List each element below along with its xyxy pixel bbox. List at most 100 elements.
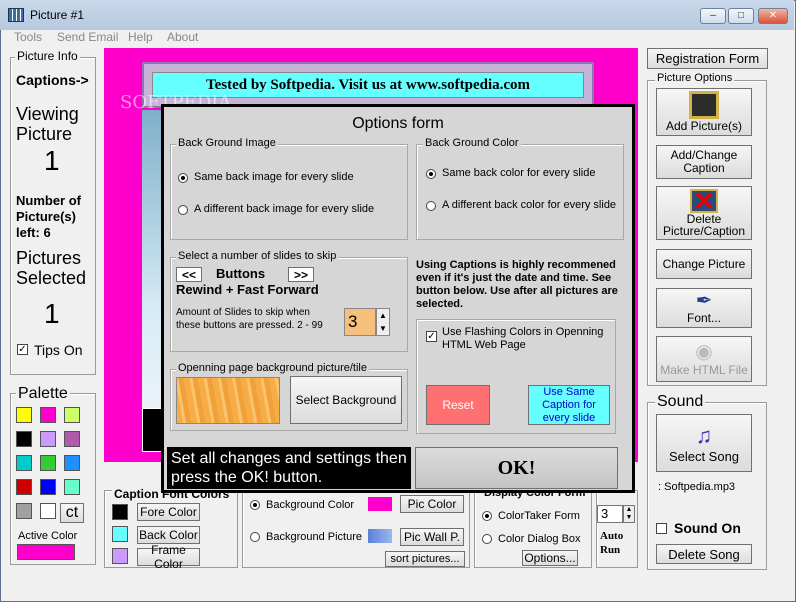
- window-title: Picture #1: [30, 8, 85, 22]
- diff-color-radio[interactable]: [426, 201, 436, 211]
- make-html-button[interactable]: ◉ Make HTML File: [656, 336, 752, 382]
- maximize-button[interactable]: □: [728, 8, 754, 24]
- bg-color-radio[interactable]: [250, 500, 260, 510]
- add-change-caption-button[interactable]: Add/Change Caption: [656, 145, 752, 179]
- same-caption-button[interactable]: Use Same Caption for every slide: [528, 385, 610, 425]
- color-dialog-label: Color Dialog Box: [498, 533, 581, 545]
- palette-swatch[interactable]: [40, 455, 56, 471]
- close-button[interactable]: ✕: [758, 8, 788, 24]
- delete-picture-button[interactable]: ✕ Delete Picture/Caption: [656, 186, 752, 240]
- bg-color-swatch: [368, 497, 392, 511]
- fore-color-button[interactable]: Fore Color: [137, 503, 200, 521]
- music-note-icon: ♫: [695, 422, 713, 448]
- auto-run-label: Auto Run: [600, 530, 624, 556]
- back-color-title: Back Ground Color: [423, 137, 521, 149]
- palette-swatch[interactable]: [16, 407, 32, 423]
- back-color-button[interactable]: Back Color: [137, 526, 200, 544]
- color-dialog-radio[interactable]: [482, 534, 492, 544]
- tips-checkbox[interactable]: ✓: [17, 344, 28, 355]
- skip-description: Amount of Slides to skip when these butt…: [176, 307, 323, 331]
- registration-button[interactable]: Registration Form: [647, 48, 768, 69]
- menu-about[interactable]: About: [167, 30, 198, 44]
- options-button[interactable]: Options...: [522, 550, 578, 566]
- same-image-radio[interactable]: [178, 173, 188, 183]
- palette-swatch[interactable]: [64, 455, 80, 471]
- dialog-title: Options form: [352, 115, 444, 132]
- song-name: : Softpedia.mp3: [658, 481, 736, 493]
- opening-bg-preview: [176, 377, 280, 424]
- same-color-label: Same back color for every slide: [442, 167, 596, 179]
- back-image-title: Back Ground Image: [176, 137, 278, 149]
- sort-pictures-button[interactable]: sort pictures...: [385, 551, 465, 567]
- ok-button[interactable]: OK!: [415, 447, 618, 489]
- rewind-ff-label: Rewind + Fast Forward: [176, 282, 319, 297]
- diff-color-label: A different back color for every slide: [442, 199, 617, 211]
- viewing-label: Viewing Picture: [16, 104, 79, 144]
- palette-swatch[interactable]: [16, 455, 32, 471]
- colortaker-radio[interactable]: [482, 511, 492, 521]
- palette-swatch[interactable]: [16, 503, 32, 519]
- pic-wall-button[interactable]: Pic Wall P.: [400, 528, 464, 546]
- font-label: Font...: [686, 311, 721, 325]
- sound-on-label: Sound On: [674, 520, 741, 536]
- skip-amount-input[interactable]: 3: [344, 308, 376, 336]
- skip-spinner-arrows[interactable]: ▲ ▼: [376, 308, 390, 336]
- palette-swatch[interactable]: [64, 479, 80, 495]
- menu-tools[interactable]: Tools: [14, 30, 42, 44]
- fast-forward-button[interactable]: >>: [288, 267, 314, 282]
- palette-swatch[interactable]: [40, 479, 56, 495]
- sound-on-checkbox[interactable]: [656, 523, 667, 534]
- back-color-swatch: [112, 526, 128, 542]
- minimize-button[interactable]: –: [700, 8, 726, 24]
- active-color-swatch[interactable]: [17, 544, 75, 560]
- make-html-label: Make HTML File: [660, 363, 748, 377]
- palette-swatch[interactable]: [40, 431, 56, 447]
- same-color-radio[interactable]: [426, 169, 436, 179]
- rewind-button[interactable]: <<: [176, 267, 202, 282]
- active-color-label: Active Color: [18, 530, 78, 542]
- palette-swatch[interactable]: [16, 479, 32, 495]
- viewing-value: 1: [44, 145, 60, 176]
- palette-swatch[interactable]: [64, 431, 80, 447]
- diff-image-radio[interactable]: [178, 205, 188, 215]
- diff-image-label: A different back image for every slide: [194, 203, 375, 215]
- delete-x-icon: ✕: [690, 188, 718, 214]
- add-picture-button[interactable]: Add Picture(s): [656, 88, 752, 136]
- menu-help[interactable]: Help: [128, 30, 153, 44]
- picture-options-title: Picture Options: [655, 72, 735, 84]
- palette-swatch[interactable]: [40, 503, 56, 519]
- selected-label: Pictures Selected: [16, 248, 87, 288]
- menu-send-email[interactable]: Send Email: [57, 30, 118, 44]
- pic-color-button[interactable]: Pic Color: [400, 495, 464, 513]
- bg-picture-radio[interactable]: [250, 532, 260, 542]
- frame-color-swatch: [112, 548, 128, 564]
- opening-bg-title: Openning page background picture/tile: [176, 362, 369, 374]
- change-picture-button[interactable]: Change Picture: [656, 249, 752, 279]
- skip-title: Select a number of slides to skip: [176, 250, 339, 262]
- bg-color-label: Background Color: [266, 499, 355, 511]
- app-icon: [8, 8, 24, 22]
- colortaker-label: ColorTaker Form: [498, 510, 580, 522]
- flashing-checkbox[interactable]: ✓: [426, 331, 437, 342]
- auto-run-spinner[interactable]: 3: [597, 505, 623, 523]
- palette-swatch[interactable]: [64, 407, 80, 423]
- menu-bar: Tools Send Email Help About: [6, 30, 790, 46]
- frame-color-button[interactable]: Frame Color: [137, 543, 200, 571]
- spinner-arrows[interactable]: ▲ ▼: [623, 505, 635, 523]
- same-image-label: Same back image for every slide: [194, 171, 354, 183]
- select-background-button[interactable]: Select Background: [290, 376, 402, 424]
- bg-picture-swatch: [368, 529, 392, 543]
- film-reel-icon: ◉: [695, 341, 713, 363]
- font-button[interactable]: ✒ Font...: [656, 288, 752, 328]
- options-dialog: Options form Back Ground Image Same back…: [161, 104, 635, 493]
- select-song-button[interactable]: ♫ Select Song: [656, 414, 752, 472]
- palette-swatch[interactable]: [40, 407, 56, 423]
- delete-song-button[interactable]: Delete Song: [656, 544, 752, 564]
- footer-instructions: Set all changes and settings then press …: [167, 447, 411, 489]
- ct-button[interactable]: ct: [60, 503, 84, 523]
- picture-info-title: Picture Info: [15, 49, 80, 63]
- picture-image: [142, 110, 162, 450]
- fore-color-swatch: [112, 504, 128, 520]
- palette-swatch[interactable]: [16, 431, 32, 447]
- reset-button[interactable]: Reset: [426, 385, 490, 425]
